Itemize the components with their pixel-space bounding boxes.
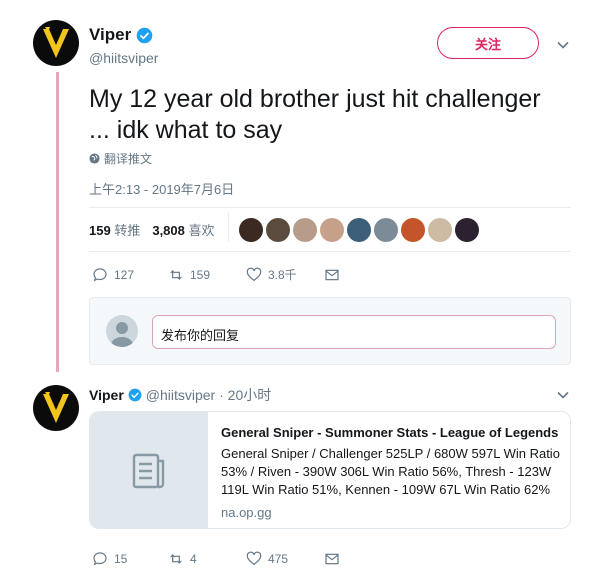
current-user-avatar [106, 315, 138, 347]
like-button[interactable]: 475 [246, 551, 324, 567]
document-icon [132, 453, 165, 489]
default-user-icon [111, 322, 133, 347]
thread-connector-line [56, 72, 59, 372]
liker-avatar[interactable] [401, 218, 425, 242]
like-count-action: 475 [268, 552, 289, 566]
stats-divider [228, 212, 229, 242]
retweet-stat[interactable]: 159 转推 [89, 220, 140, 239]
heart-icon [246, 551, 262, 566]
divider [89, 251, 571, 252]
envelope-icon [325, 269, 339, 280]
card-body: General Sniper - Summoner Stats - League… [221, 424, 561, 520]
card-description: General Sniper / Challenger 525LP / 680W… [221, 446, 560, 497]
direct-message-button[interactable] [324, 267, 340, 283]
chevron-down-icon[interactable] [556, 388, 570, 402]
card-domain: na.op.gg [221, 505, 272, 520]
like-stat-label: 喜欢 [188, 223, 215, 238]
translate-tweet-link[interactable]: 翻译推文 [89, 150, 152, 167]
like-stat[interactable]: 3,808 喜欢 [152, 220, 214, 239]
verified-badge-icon [136, 27, 153, 44]
retweet-stat-label: 转推 [114, 223, 141, 238]
verified-badge-icon [128, 388, 142, 402]
author-name[interactable]: Viper [89, 25, 153, 45]
tweet-actions: 127 159 3.8千 [92, 266, 340, 283]
reply-count: 15 [114, 552, 128, 566]
reply-button[interactable]: 127 [92, 267, 168, 283]
liker-avatar[interactable] [293, 218, 317, 242]
tweet-actions: 15 4 475 [92, 551, 340, 567]
retweet-count: 159 [190, 267, 211, 282]
reply-input[interactable]: 发布你的回复 [152, 315, 556, 349]
divider [89, 207, 571, 208]
author-name-text: Viper [89, 25, 132, 44]
retweet-icon [170, 269, 182, 280]
liker-avatar[interactable] [347, 218, 371, 242]
retweet-button[interactable]: 4 [168, 551, 246, 567]
reply-icon [93, 267, 107, 281]
liker-avatar[interactable] [455, 218, 479, 242]
like-count: 3,808 [152, 223, 185, 238]
reply-icon [93, 552, 107, 566]
tweet-text: My 12 year old brother just hit challeng… [89, 85, 541, 144]
chevron-down-icon[interactable] [556, 38, 570, 52]
reply-button[interactable]: 15 [92, 551, 168, 567]
liker-avatar[interactable] [239, 218, 263, 242]
translate-label: 翻译推文 [104, 152, 153, 166]
direct-message-button[interactable] [324, 551, 340, 567]
retweet-count: 159 [89, 223, 111, 238]
liker-avatar[interactable] [266, 218, 290, 242]
author-name[interactable]: Viper [89, 387, 124, 403]
tweet-timestamp[interactable]: 上午2:13 - 2019年7月6日 [89, 179, 234, 198]
tweet-stats: 159 转推 3,808 喜欢 [89, 220, 215, 239]
heart-icon [246, 267, 262, 281]
retweet-count: 4 [190, 552, 197, 566]
reply-composer: 发布你的回复 [89, 297, 571, 365]
reply-tweet-header: Viper @hiitsviper · 20小时 [89, 385, 271, 405]
like-button[interactable]: 3.8千 [246, 266, 324, 283]
follow-button[interactable]: 关注 [437, 27, 539, 59]
liker-avatar[interactable] [428, 218, 452, 242]
globe-icon [89, 153, 100, 164]
reply-count: 127 [114, 267, 135, 282]
viper-logo-icon [43, 392, 69, 423]
liker-avatar[interactable] [320, 218, 344, 242]
likers-avatars [239, 218, 479, 242]
liker-avatar[interactable] [374, 218, 398, 242]
card-thumbnail [90, 412, 208, 528]
retweet-icon [170, 554, 182, 564]
retweet-button[interactable]: 159 [168, 267, 246, 283]
viper-logo-icon [43, 27, 69, 58]
link-preview-card[interactable]: General Sniper - Summoner Stats - League… [89, 411, 571, 529]
envelope-icon [325, 553, 339, 565]
card-title: General Sniper - Summoner Stats - League… [221, 425, 559, 440]
author-handle[interactable]: @hiitsviper [89, 50, 158, 66]
like-count-action: 3.8千 [268, 268, 297, 282]
avatar[interactable] [33, 385, 79, 431]
avatar[interactable] [33, 20, 79, 66]
handle-and-time[interactable]: @hiitsviper · 20小时 [146, 385, 271, 405]
